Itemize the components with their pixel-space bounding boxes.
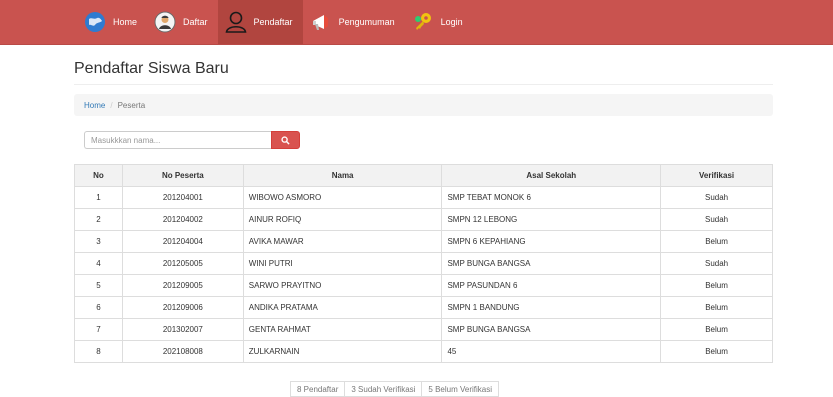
verification-status: Belum (660, 274, 773, 297)
column-header: Verifikasi (660, 164, 773, 187)
row-number: 8 (74, 340, 123, 363)
participant-number: 201204002 (121, 208, 244, 231)
column-header: No Peserta (121, 164, 244, 187)
title-divider (74, 84, 773, 85)
nav-item-daftar[interactable]: Daftar (147, 0, 218, 44)
participant-name: AVIKA MAWAR (242, 230, 443, 253)
row-number: 3 (74, 230, 123, 253)
breadcrumb-separator: / (110, 100, 113, 110)
participant-number: 201204004 (121, 230, 244, 253)
origin-school: SMPN 12 LEBONG (441, 208, 662, 231)
table-row: 1 201204001 WIBOWO ASMORO SMP TEBAT MONOK 6… (74, 186, 773, 209)
participant-number: 201204001 (121, 186, 244, 209)
table-row: 5 201209005 SARWO PRAYITNO SMP PASUNDAN 6 Be… (74, 274, 773, 297)
table-header-row: No No Peserta Nama Asal Sekolah Verifika… (74, 164, 773, 187)
globe-icon (83, 10, 107, 34)
participant-name: ANDIKA PRATAMA (242, 296, 443, 319)
row-number: 2 (74, 208, 123, 231)
search-icon (281, 135, 290, 145)
row-number: 7 (74, 318, 123, 341)
nav-item-pendaftar[interactable]: Pendaftar (217, 0, 303, 44)
total-registrants-count: 8 Pendaftar (290, 381, 346, 397)
summary-bar: 8 Pendaftar 3 Sudah Verifikasi 5 Belum V… (290, 381, 500, 397)
page-title: Pendaftar Siswa Baru (74, 60, 229, 77)
participant-name: GENTA RAHMAT (242, 318, 443, 341)
table-row: 4 201205005 WINI PUTRI SMP BUNGA BANGSA Suda… (74, 252, 773, 275)
verified-count: 3 Sudah Verifikasi (344, 381, 423, 397)
search-input[interactable] (84, 131, 271, 149)
nav-label: Daftar (183, 17, 208, 27)
row-number: 6 (74, 296, 123, 319)
table-row: 8 202108008 ZULKARNAIN 45 Belum (74, 340, 773, 363)
participant-name: AINUR ROFIQ (242, 208, 443, 231)
column-header: Nama (242, 164, 443, 187)
participant-number: 201209006 (121, 296, 244, 319)
participant-name: WIBOWO ASMORO (242, 186, 443, 209)
verification-status: Sudah (660, 252, 773, 275)
column-header: Asal Sekolah (441, 164, 662, 187)
nav-label: Login (440, 17, 463, 27)
key-icon (411, 10, 435, 34)
search-bar (84, 131, 300, 149)
table-row: 6 201209006 ANDIKA PRATAMA SMPN 1 BANDUNG Be… (74, 296, 773, 319)
participant-number: 201205005 (121, 252, 244, 275)
participant-number: 202108008 (121, 340, 244, 363)
participant-number: 201302007 (121, 318, 244, 341)
nav-item-login[interactable]: Login (405, 0, 473, 44)
verification-status: Belum (660, 340, 773, 363)
nav-item-home[interactable]: Home (77, 0, 147, 44)
table-row: 3 201204004 AVIKA MAWAR SMPN 6 KEPAHIANG Bel… (74, 230, 773, 253)
participants-table: No No Peserta Nama Asal Sekolah Verifika… (74, 164, 773, 363)
participant-name: ZULKARNAIN (242, 340, 443, 363)
origin-school: SMP TEBAT MONOK 6 (441, 186, 662, 209)
top-navbar: Home Daftar Pendaftar Pengumuman Login (0, 0, 833, 45)
breadcrumb: Home / Peserta (74, 94, 773, 116)
user-avatar-icon (153, 10, 177, 34)
participant-name: WINI PUTRI (242, 252, 443, 275)
main-nav: Home Daftar Pendaftar Pengumuman Login (77, 0, 473, 44)
participant-name: SARWO PRAYITNO (242, 274, 443, 297)
origin-school: 45 (441, 340, 662, 363)
row-number: 5 (74, 274, 123, 297)
nav-label: Home (113, 17, 138, 27)
origin-school: SMP BUNGA BANGSA (441, 252, 662, 275)
breadcrumb-current: Peserta (117, 100, 146, 110)
nav-item-pengumuman[interactable]: Pengumuman (303, 0, 405, 44)
row-number: 4 (74, 252, 123, 275)
row-number: 1 (74, 186, 123, 209)
verification-status: Sudah (660, 208, 773, 231)
table-row: 2 201204002 AINUR ROFIQ SMPN 12 LEBONG Sudah (74, 208, 773, 231)
origin-school: SMP BUNGA BANGSA (441, 318, 662, 341)
table-row: 7 201302007 GENTA RAHMAT SMP BUNGA BANGSA Be… (74, 318, 773, 341)
search-button[interactable] (271, 131, 300, 149)
column-header: No (74, 164, 123, 187)
breadcrumb-home-link[interactable]: Home (84, 101, 105, 110)
participant-number: 201209005 (121, 274, 244, 297)
origin-school: SMPN 1 BANDUNG (441, 296, 662, 319)
unverified-count: 5 Belum Verifikasi (421, 381, 500, 397)
verification-status: Belum (660, 230, 773, 253)
person-outline-icon (224, 10, 248, 34)
nav-label: Pengumuman (338, 17, 395, 27)
origin-school: SMP PASUNDAN 6 (441, 274, 662, 297)
verification-status: Sudah (660, 186, 773, 209)
verification-status: Belum (660, 296, 773, 319)
nav-label: Pendaftar (253, 17, 293, 27)
origin-school: SMPN 6 KEPAHIANG (441, 230, 662, 253)
verification-status: Belum (660, 318, 773, 341)
megaphone-icon (309, 10, 333, 34)
